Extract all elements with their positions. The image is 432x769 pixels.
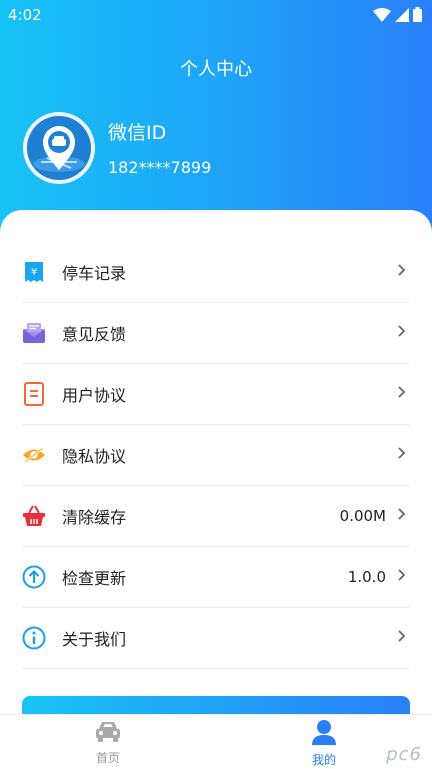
menu-label: 意见反馈 — [62, 325, 127, 344]
menu-item-clear-cache[interactable]: 清除缓存 0.00M — [22, 486, 410, 547]
chevron-right-icon — [398, 447, 406, 459]
page-title: 个人中心 — [180, 59, 252, 80]
chevron-right-icon — [398, 325, 406, 337]
user-icon — [312, 720, 336, 745]
parking-pin-icon — [23, 112, 95, 184]
menu-label: 关于我们 — [62, 630, 127, 649]
status-icons — [373, 7, 422, 22]
chevron-right-icon — [398, 569, 406, 581]
wifi-icon — [373, 7, 391, 22]
chevron-right-icon — [398, 508, 406, 520]
status-bar: 4:02 — [0, 0, 432, 30]
tab-label: 我的 — [311, 753, 336, 767]
bottom-tab-bar: 首页 我的 pc6 — [0, 714, 432, 769]
tab-mine[interactable]: 我的 — [284, 719, 364, 768]
upload-arrow-icon — [22, 565, 46, 589]
version-value: 1.0.0 — [347, 568, 386, 586]
chevron-right-icon — [398, 386, 406, 398]
chevron-right-icon — [398, 630, 406, 642]
info-icon — [22, 626, 46, 650]
avatar[interactable] — [23, 112, 95, 184]
receipt-yen-icon: ¥ — [22, 260, 46, 284]
user-phone: 182****7899 — [108, 158, 212, 177]
tab-home[interactable]: 首页 — [68, 719, 148, 766]
document-icon — [22, 382, 46, 406]
user-nickname: 微信ID — [108, 122, 167, 144]
menu-item-parking-records[interactable]: ¥ 停车记录 — [22, 242, 410, 303]
menu-item-user-agreement[interactable]: 用户协议 — [22, 364, 410, 425]
car-icon — [96, 722, 120, 742]
mail-feedback-icon — [22, 321, 46, 345]
eye-hidden-icon — [22, 443, 46, 467]
menu-label: 检查更新 — [62, 569, 127, 588]
menu-label: 用户协议 — [62, 386, 127, 405]
menu-label: 停车记录 — [62, 264, 127, 283]
menu-list: ¥ 停车记录 意见反馈 用户协议 隐私协议 清除缓存 0.00M 检查更新 1.… — [0, 242, 432, 669]
tab-label: 首页 — [95, 751, 120, 765]
menu-item-feedback[interactable]: 意见反馈 — [22, 303, 410, 364]
menu-label: 隐私协议 — [62, 447, 127, 466]
signal-icon — [395, 7, 409, 22]
watermark-logo: pc6 — [386, 744, 422, 765]
cache-size-value: 0.00M — [339, 507, 386, 525]
battery-icon — [413, 7, 422, 22]
svg-text:¥: ¥ — [31, 267, 37, 278]
menu-card: ¥ 停车记录 意见反馈 用户协议 隐私协议 清除缓存 0.00M 检查更新 1.… — [0, 210, 432, 720]
menu-item-about-us[interactable]: 关于我们 — [22, 608, 410, 669]
menu-label: 清除缓存 — [62, 508, 127, 527]
chevron-right-icon — [398, 264, 406, 276]
menu-item-check-update[interactable]: 检查更新 1.0.0 — [22, 547, 410, 608]
basket-icon — [22, 504, 46, 528]
menu-item-privacy-agreement[interactable]: 隐私协议 — [22, 425, 410, 486]
status-time: 4:02 — [8, 6, 42, 24]
